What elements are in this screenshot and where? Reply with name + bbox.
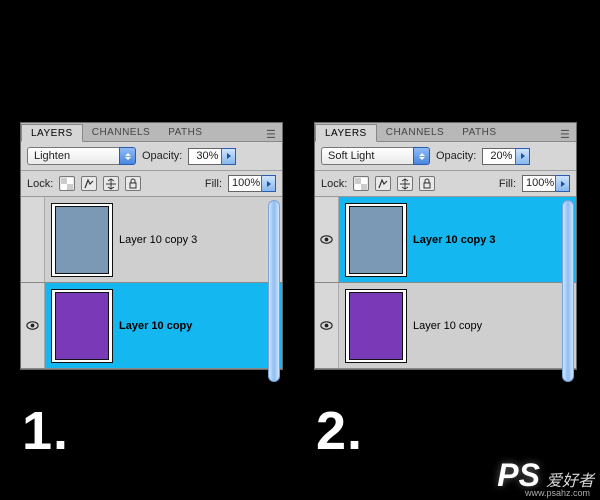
fill-flyout-icon bbox=[262, 175, 276, 192]
blend-mode-select[interactable]: Lighten bbox=[27, 147, 136, 165]
figure-number-1: 1. bbox=[22, 400, 69, 462]
tab-layers[interactable]: LAYERS bbox=[315, 124, 377, 142]
layer-thumbnail[interactable] bbox=[345, 203, 407, 277]
tab-layers[interactable]: LAYERS bbox=[21, 124, 83, 142]
visibility-toggle[interactable] bbox=[21, 283, 45, 368]
lock-position-icon[interactable] bbox=[397, 176, 413, 191]
layer-row[interactable]: Layer 10 copy 3 bbox=[315, 197, 576, 283]
lock-fill-row: Lock: Fill: 100% bbox=[21, 171, 282, 197]
fill-value: 100% bbox=[522, 175, 556, 192]
visibility-toggle[interactable] bbox=[315, 197, 339, 282]
layer-row[interactable]: Layer 10 copy bbox=[21, 283, 282, 369]
fill-label: Fill: bbox=[205, 178, 222, 190]
lock-label: Lock: bbox=[27, 178, 53, 190]
opacity-label: Opacity: bbox=[436, 150, 476, 162]
eye-icon bbox=[25, 318, 40, 333]
fill-label: Fill: bbox=[499, 178, 516, 190]
figure-number-2: 2. bbox=[316, 400, 363, 462]
eye-icon bbox=[319, 232, 334, 247]
fill-input[interactable]: 100% bbox=[522, 175, 570, 192]
layer-name[interactable]: Layer 10 copy bbox=[413, 320, 482, 332]
layer-name[interactable]: Layer 10 copy 3 bbox=[413, 234, 496, 246]
lock-position-icon[interactable] bbox=[103, 176, 119, 191]
opacity-value: 30% bbox=[188, 148, 222, 165]
opacity-flyout-icon bbox=[222, 148, 236, 165]
layer-name[interactable]: Layer 10 copy bbox=[119, 320, 192, 332]
lock-pixels-icon[interactable] bbox=[81, 176, 97, 191]
lock-transparency-icon[interactable] bbox=[353, 176, 369, 191]
lock-pixels-icon[interactable] bbox=[375, 176, 391, 191]
layers-panel-2: LAYERS CHANNELS PATHS ☰ Soft Light Opaci… bbox=[314, 122, 577, 370]
lock-fill-row: Lock: Fill: 100% bbox=[315, 171, 576, 197]
layer-thumbnail[interactable] bbox=[51, 289, 113, 363]
opacity-label: Opacity: bbox=[142, 150, 182, 162]
eye-icon bbox=[319, 318, 334, 333]
fill-input[interactable]: 100% bbox=[228, 175, 276, 192]
blend-opacity-row: Soft Light Opacity: 20% bbox=[315, 142, 576, 171]
layer-name[interactable]: Layer 10 copy 3 bbox=[119, 234, 197, 246]
opacity-input[interactable]: 20% bbox=[482, 148, 530, 165]
layers-panel-1: LAYERS CHANNELS PATHS ☰ Lighten Opacity:… bbox=[20, 122, 283, 370]
panel-tabs: LAYERS CHANNELS PATHS ☰ bbox=[315, 123, 576, 142]
fill-flyout-icon bbox=[556, 175, 570, 192]
layer-list: Layer 10 copy 3 Layer 10 copy bbox=[21, 197, 282, 369]
blend-mode-dropdown-icon bbox=[119, 147, 136, 165]
scrollbar[interactable] bbox=[268, 200, 280, 382]
opacity-flyout-icon bbox=[516, 148, 530, 165]
layer-thumbnail[interactable] bbox=[345, 289, 407, 363]
fill-value: 100% bbox=[228, 175, 262, 192]
tab-paths[interactable]: PATHS bbox=[159, 124, 211, 140]
blend-opacity-row: Lighten Opacity: 30% bbox=[21, 142, 282, 171]
lock-label: Lock: bbox=[321, 178, 347, 190]
watermark-url: www.psahz.com bbox=[525, 488, 590, 498]
panel-tabs: LAYERS CHANNELS PATHS ☰ bbox=[21, 123, 282, 142]
lock-all-icon[interactable] bbox=[125, 176, 141, 191]
layer-row[interactable]: Layer 10 copy 3 bbox=[21, 197, 282, 283]
layer-list: Layer 10 copy 3 Layer 10 copy bbox=[315, 197, 576, 369]
layer-row[interactable]: Layer 10 copy bbox=[315, 283, 576, 369]
blend-mode-select[interactable]: Soft Light bbox=[321, 147, 430, 165]
panel-menu-icon[interactable]: ☰ bbox=[266, 128, 276, 138]
scrollbar[interactable] bbox=[562, 200, 574, 382]
panel-menu-icon[interactable]: ☰ bbox=[560, 128, 570, 138]
blend-mode-dropdown-icon bbox=[413, 147, 430, 165]
opacity-value: 20% bbox=[482, 148, 516, 165]
tab-paths[interactable]: PATHS bbox=[453, 124, 505, 140]
blend-mode-value: Lighten bbox=[27, 147, 119, 165]
lock-transparency-icon[interactable] bbox=[59, 176, 75, 191]
tab-channels[interactable]: CHANNELS bbox=[377, 124, 453, 140]
visibility-toggle[interactable] bbox=[21, 197, 45, 282]
visibility-toggle[interactable] bbox=[315, 283, 339, 368]
blend-mode-value: Soft Light bbox=[321, 147, 413, 165]
layer-thumbnail[interactable] bbox=[51, 203, 113, 277]
tab-channels[interactable]: CHANNELS bbox=[83, 124, 159, 140]
opacity-input[interactable]: 30% bbox=[188, 148, 236, 165]
lock-all-icon[interactable] bbox=[419, 176, 435, 191]
